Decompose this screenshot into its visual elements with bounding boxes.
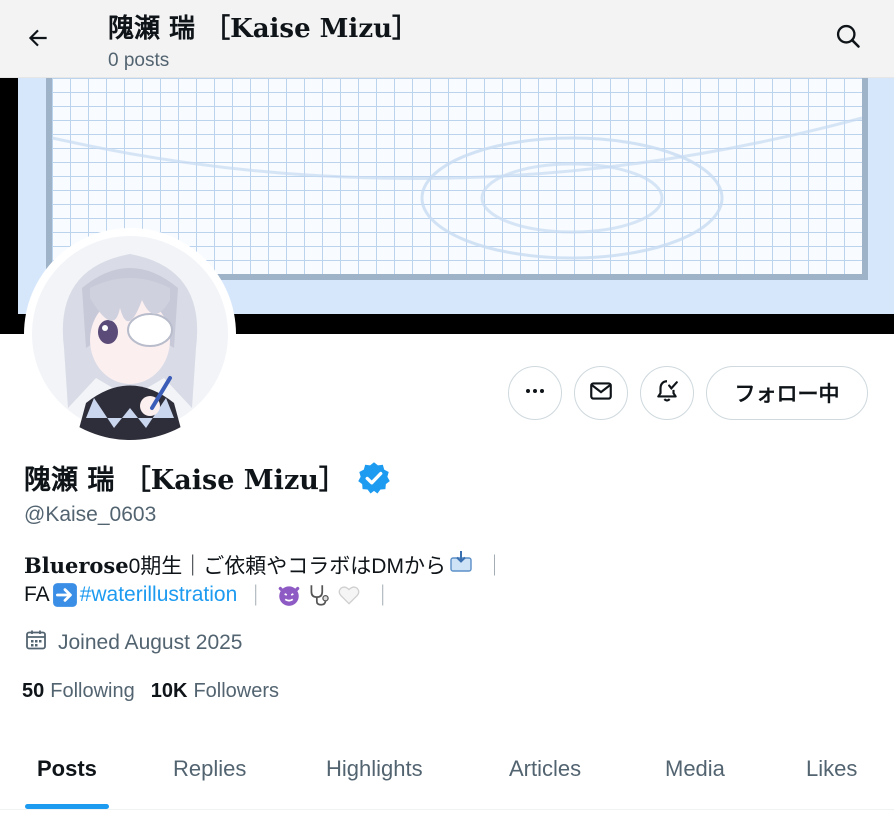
tab-replies[interactable]: Replies: [173, 756, 246, 782]
follow-stats: 50 Following 10K Followers: [22, 680, 279, 703]
followers-label: Followers: [193, 680, 280, 702]
bio-line-1: Bluerose0期生｜ご依頼やコラボはDMから ｜: [24, 548, 513, 580]
top-bar: 隗瀬 瑞 ［Kaise Mizu］ 0 posts: [0, 0, 894, 78]
followers-count: 10K: [150, 680, 188, 702]
joined-text: Joined August 2025: [58, 631, 243, 654]
calendar-icon: [24, 628, 58, 658]
tab-likes[interactable]: Likes: [806, 756, 857, 782]
active-tab-indicator: [25, 804, 109, 809]
message-button[interactable]: [574, 366, 628, 420]
verified-badge-icon[interactable]: [356, 460, 392, 496]
following-count: 50: [22, 680, 45, 702]
hashtag-link[interactable]: #waterillustration: [80, 583, 238, 607]
avatar[interactable]: [24, 228, 236, 440]
more-button[interactable]: [508, 366, 562, 420]
bell-check-icon: [654, 378, 680, 409]
page-title: 隗瀬 瑞 ［Kaise Mizu］: [108, 14, 418, 44]
mail-icon: [588, 378, 614, 409]
bio-separator: ｜: [245, 585, 267, 608]
devil-face-icon: [276, 582, 302, 608]
handle: @Kaise_0603: [24, 503, 157, 526]
back-button[interactable]: [18, 20, 58, 60]
display-name: 隗瀬 瑞 ［Kaise Mizu］: [24, 458, 392, 497]
tab-highlights[interactable]: Highlights: [326, 756, 423, 782]
profile-tabs: Posts Replies Highlights Articles Media …: [0, 740, 894, 810]
joined-date: Joined August 2025: [24, 628, 243, 658]
search-icon: [834, 22, 862, 55]
more-icon: [523, 379, 547, 408]
following-button[interactable]: フォロー中: [706, 366, 868, 420]
stethoscope-icon: [306, 582, 332, 608]
notifications-button[interactable]: [640, 366, 694, 420]
tab-posts[interactable]: Posts: [37, 756, 97, 782]
white-heart-icon: [336, 582, 362, 608]
inbox-tray-icon: [448, 548, 474, 574]
followers-link[interactable]: 10K Followers: [151, 680, 279, 703]
bio-bluerose: Bluerose: [24, 553, 129, 578]
post-count: 0 posts: [108, 50, 170, 71]
arrow-right-emoji-icon: [52, 582, 78, 608]
bio-fa: FA: [24, 583, 50, 606]
arrow-left-icon: [25, 25, 51, 56]
display-name-text: 隗瀬 瑞 ［Kaise Mizu］: [24, 465, 346, 496]
bio-separator: ｜: [372, 585, 394, 608]
search-button[interactable]: [828, 18, 868, 58]
bio-line-2: FA #waterillustration ｜ ｜: [24, 580, 401, 610]
avatar-illustration: [32, 236, 228, 440]
following-link[interactable]: 50 Following: [22, 680, 135, 703]
bio-line-1-text: 0期生｜ご依頼やコラボはDMから: [128, 555, 446, 578]
following-label: Following: [50, 680, 135, 702]
tab-articles[interactable]: Articles: [509, 756, 581, 782]
bio-separator: ｜: [483, 555, 505, 578]
tab-media[interactable]: Media: [665, 756, 725, 782]
